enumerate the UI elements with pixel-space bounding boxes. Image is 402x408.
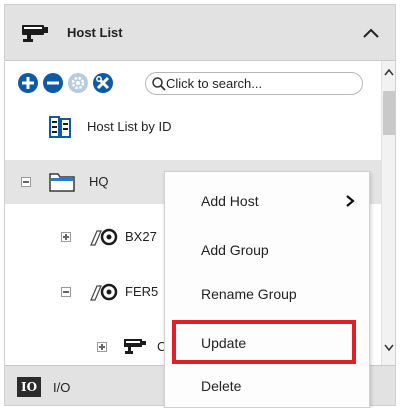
io-device-icon	[90, 228, 118, 246]
search-icon	[152, 77, 166, 91]
tree-row-label: FER5	[125, 284, 159, 299]
remove-button[interactable]	[42, 72, 64, 94]
chevron-up-icon[interactable]	[361, 25, 381, 41]
tree-scrollbar[interactable]	[381, 61, 395, 365]
tree-row-host-list-by-id[interactable]: Host List by ID	[5, 105, 381, 149]
host-toolbar	[5, 61, 381, 105]
collapse-toggle[interactable]	[61, 287, 71, 297]
minus-circle-icon	[43, 73, 63, 93]
menu-item-label: Delete	[201, 378, 242, 394]
search-box[interactable]	[145, 72, 363, 95]
menu-item-delete[interactable]: Delete	[165, 364, 369, 408]
scrollbar-thumb[interactable]	[383, 91, 395, 135]
tree-row-label: BX27	[125, 229, 157, 244]
io-badge-icon: IO	[17, 377, 41, 397]
update-highlight-box	[172, 320, 356, 364]
expand-toggle[interactable]	[97, 342, 107, 352]
menu-item-label: Add Group	[201, 242, 269, 258]
id-list-icon	[49, 116, 71, 138]
scroll-up-icon[interactable]	[383, 67, 395, 77]
camera-icon	[124, 339, 146, 354]
menu-item-label: Add Host	[201, 193, 259, 209]
menu-item-rename-group[interactable]: Rename Group	[165, 272, 369, 316]
tree-row-label: Host List by ID	[87, 119, 172, 134]
add-button[interactable]	[17, 72, 39, 94]
host-list-title: Host List	[67, 25, 123, 40]
settings-button[interactable]	[67, 72, 89, 94]
host-list-header[interactable]: Host List	[5, 5, 395, 61]
expand-toggle[interactable]	[61, 232, 71, 242]
io-panel-title: I/O	[53, 380, 71, 395]
io-device-icon	[90, 283, 118, 301]
collapse-toggle[interactable]	[21, 177, 31, 187]
menu-item-label: Rename Group	[201, 286, 297, 302]
scroll-down-icon[interactable]	[383, 343, 395, 353]
chevron-right-icon	[346, 195, 355, 207]
tree-row-label: HQ	[89, 174, 109, 189]
tools-button[interactable]	[92, 72, 114, 94]
menu-item-add-host[interactable]: Add Host	[165, 179, 369, 223]
plus-circle-icon	[18, 73, 38, 93]
gear-icon	[68, 73, 88, 93]
context-menu: Add Host Add Group Rename Group Update D…	[164, 171, 370, 408]
camera-icon	[22, 25, 48, 42]
menu-item-add-group[interactable]: Add Group	[165, 228, 369, 272]
folder-icon	[49, 173, 75, 192]
wrench-cross-icon	[93, 73, 113, 93]
search-input[interactable]	[166, 74, 356, 93]
